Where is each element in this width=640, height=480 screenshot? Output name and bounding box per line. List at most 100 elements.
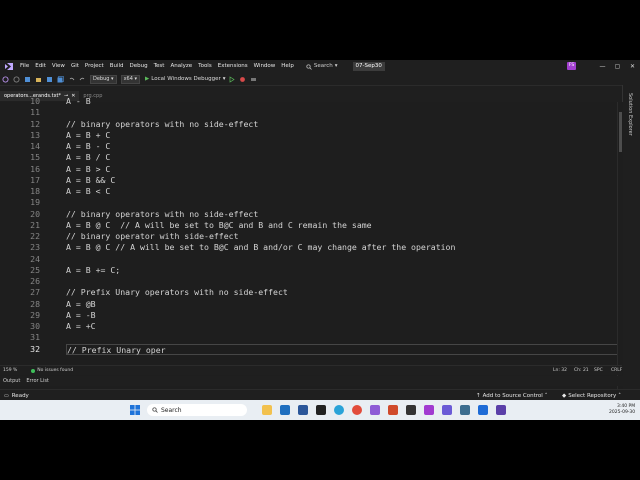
code-line[interactable]: 30 A = +C — [0, 321, 618, 332]
zoom-level[interactable]: 159 % — [3, 368, 17, 373]
code-line[interactable]: 17 A = B && C — [0, 175, 618, 186]
taskbar-search[interactable]: Search — [147, 404, 247, 416]
line-text[interactable]: A = B / C — [66, 152, 110, 163]
solution-explorer-panel[interactable]: Solution Explorer — [622, 85, 640, 402]
line-text[interactable]: A = B @ C // A will be set to B@C and B … — [66, 220, 372, 231]
line-text[interactable]: A = B > C — [66, 164, 110, 175]
terminal-icon[interactable] — [316, 405, 326, 415]
minimize-icon[interactable]: — — [595, 60, 610, 73]
forward-icon[interactable] — [13, 76, 20, 83]
visual-studio-icon[interactable] — [370, 405, 380, 415]
start-without-debugging-icon[interactable] — [228, 75, 235, 83]
menu-extensions[interactable]: Extensions — [215, 60, 251, 73]
code-line[interactable]: 12 // binary operators with no side-effec… — [0, 119, 618, 130]
code-line[interactable]: 21 A = B @ C // A will be set to B@C and … — [0, 220, 618, 231]
line-text[interactable]: // binary operators with no side-effect — [66, 209, 258, 220]
solution-explorer-label[interactable]: Solution Explorer — [627, 93, 633, 136]
line-text[interactable]: // Prefix Unary oper — [66, 343, 618, 355]
save-icon[interactable] — [46, 76, 53, 83]
edge-icon[interactable] — [334, 405, 344, 415]
code-line[interactable]: 15 A = B / C — [0, 152, 618, 163]
code-line[interactable]: 13 A = B + C — [0, 130, 618, 141]
code-line[interactable]: 23 A = B @ C // A will be set to B@C and … — [0, 242, 618, 253]
teams-icon[interactable] — [442, 405, 452, 415]
redo-icon[interactable] — [79, 76, 86, 83]
line-text[interactable]: A = @B — [66, 299, 96, 310]
windows-start-icon[interactable] — [130, 405, 140, 415]
menu-test[interactable]: Test — [151, 60, 168, 73]
tab-error-list[interactable]: Error List — [26, 378, 49, 384]
line-text[interactable]: A = B + C — [66, 130, 110, 141]
account-avatar[interactable]: FS — [567, 62, 576, 70]
line-text[interactable]: A = B += C; — [66, 265, 120, 276]
menu-help[interactable]: Help — [278, 60, 297, 73]
line-text[interactable]: A - B — [66, 96, 91, 107]
select-repository-button[interactable]: ◆ Select Repository ˄ — [562, 393, 621, 399]
tab-output[interactable]: Output — [3, 378, 20, 384]
run-debugger-button[interactable]: ▶ Local Windows Debugger ▾ — [145, 76, 226, 82]
chrome-icon[interactable] — [352, 405, 362, 415]
maximize-icon[interactable]: ▢ — [610, 60, 625, 73]
line-text[interactable]: A = B - C — [66, 141, 110, 152]
code-line[interactable]: 22 // binary operator with side-effect — [0, 231, 618, 242]
code-line[interactable]: 26 — [0, 276, 618, 287]
capcut-icon[interactable] — [406, 405, 416, 415]
toolbar-options-icon[interactable] — [250, 76, 257, 83]
line-text[interactable]: A = B && C — [66, 175, 115, 186]
menu-tools[interactable]: Tools — [195, 60, 215, 73]
back-icon[interactable] — [2, 76, 9, 83]
vertical-scrollbar[interactable] — [617, 102, 623, 402]
menu-view[interactable]: View — [49, 60, 68, 73]
code-line[interactable]: 29 A = -B — [0, 310, 618, 321]
code-line[interactable]: 27 // Prefix Unary operators with no side… — [0, 287, 618, 298]
taskbar-clock[interactable]: 3:40 PM 2025-09-30 — [609, 404, 635, 416]
menu-git[interactable]: Git — [68, 60, 82, 73]
whitespace-mode[interactable]: SPC — [594, 368, 603, 373]
word-icon[interactable] — [298, 405, 308, 415]
vs-preview-icon[interactable] — [496, 405, 506, 415]
code-line[interactable]: 18 A = B < C — [0, 186, 618, 197]
close-icon[interactable]: ✕ — [625, 60, 640, 73]
line-position[interactable]: Ln: 32 — [553, 368, 567, 373]
configuration-select[interactable]: Debug ▾ — [90, 74, 117, 84]
branch-badge[interactable]: 07-Sep30 — [352, 62, 385, 71]
code-line[interactable]: 19 — [0, 197, 618, 208]
code-line[interactable]: 32 // Prefix Unary oper — [0, 343, 618, 355]
code-line[interactable]: 14 A = B - C — [0, 141, 618, 152]
menu-window[interactable]: Window — [251, 60, 279, 73]
onedrive-icon[interactable] — [478, 405, 488, 415]
line-text[interactable]: A = -B — [66, 310, 96, 321]
code-line[interactable]: 25 A = B += C; — [0, 265, 618, 276]
github-desktop-icon[interactable] — [424, 405, 434, 415]
menu-build[interactable]: Build — [107, 60, 127, 73]
line-text[interactable]: // Prefix Unary operators with no side-e… — [66, 287, 288, 298]
menu-edit[interactable]: Edit — [32, 60, 49, 73]
char-position[interactable]: Ch: 21 — [574, 368, 589, 373]
code-line[interactable]: 24 — [0, 254, 618, 265]
code-line[interactable]: 16 A = B > C — [0, 164, 618, 175]
code-line[interactable]: 31 — [0, 332, 618, 343]
menu-analyze[interactable]: Analyze — [167, 60, 195, 73]
mail-icon[interactable] — [280, 405, 290, 415]
line-text[interactable]: A = B < C — [66, 186, 110, 197]
line-text[interactable]: // binary operator with side-effect — [66, 231, 239, 242]
file-explorer-icon[interactable] — [262, 405, 272, 415]
add-to-source-control-button[interactable]: ↑ Add to Source Control ˄ — [476, 393, 548, 399]
open-file-icon[interactable] — [35, 76, 42, 83]
code-line[interactable]: 28 A = @B — [0, 299, 618, 310]
hot-reload-icon[interactable] — [239, 76, 246, 83]
line-text[interactable]: A = +C — [66, 321, 96, 332]
line-ending[interactable]: CRLF — [611, 368, 622, 373]
calculator-icon[interactable] — [460, 405, 470, 415]
menu-project[interactable]: Project — [82, 60, 107, 73]
scrollbar-thumb[interactable] — [619, 112, 622, 152]
search-button[interactable]: Search ▾ — [303, 62, 341, 71]
code-line[interactable]: 10 A - B — [0, 96, 618, 107]
save-all-icon[interactable] — [57, 75, 64, 83]
new-project-icon[interactable] — [24, 76, 31, 83]
code-line[interactable]: 20 // binary operators with no side-effec… — [0, 209, 618, 220]
line-text[interactable]: // binary operators with no side-effect — [66, 119, 258, 130]
code-editor[interactable]: 10 A - B 11 12 // binary operators with no s… — [0, 96, 618, 402]
code-line[interactable]: 11 — [0, 107, 618, 118]
line-text[interactable]: A = B @ C // A will be set to B@C and B … — [66, 242, 455, 253]
